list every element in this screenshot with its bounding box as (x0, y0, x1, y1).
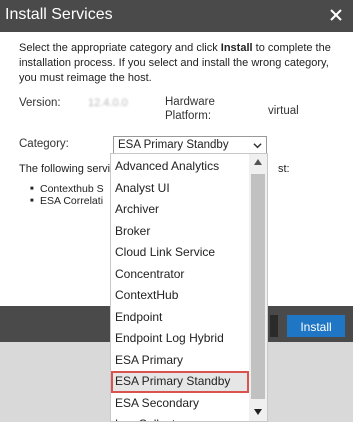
service-item: Contexthub S (30, 183, 110, 195)
scroll-down-icon[interactable] (253, 408, 263, 416)
dropdown-option[interactable]: Concentrator (111, 264, 249, 286)
dropdown-options: Advanced Analytics Analyst UI Archiver B… (111, 156, 249, 421)
services-text-tail: st: (278, 163, 290, 175)
chevron-down-icon (253, 143, 262, 149)
category-select[interactable]: ESA Primary Standby (113, 136, 267, 154)
scroll-up-icon[interactable] (253, 158, 263, 166)
instructions-part1: Select the appropriate category and clic… (19, 42, 221, 54)
dialog-title: Install Services (5, 6, 113, 23)
instructions-text: Select the appropriate category and clic… (19, 41, 344, 86)
install-button[interactable]: Install (287, 315, 345, 337)
dropdown-option[interactable]: Endpoint (111, 307, 249, 329)
dropdown-option[interactable]: ESA Primary (111, 350, 249, 372)
dropdown-option[interactable]: Archiver (111, 199, 249, 221)
dropdown-option[interactable]: Log Collector (111, 414, 249, 421)
version-value: 12.4.0.0 (88, 97, 128, 109)
services-text: The following servi (19, 163, 111, 175)
instructions-bold: Install (220, 42, 253, 54)
hardware-label-line1: Hardware (165, 96, 215, 108)
dropdown-option[interactable]: Cloud Link Service (111, 242, 249, 264)
dropdown-option[interactable]: Broker (111, 221, 249, 243)
service-item: ESA Correlati (30, 195, 110, 207)
hardware-label-line2: Platform: (165, 110, 212, 122)
category-select-value: ESA Primary Standby (118, 139, 229, 151)
dropdown-option[interactable]: ContextHub (111, 285, 249, 307)
dropdown-option[interactable]: Analyst UI (111, 178, 249, 200)
category-dropdown-list: Advanced Analytics Analyst UI Archiver B… (110, 153, 268, 422)
hardware-platform-label: Hardware Platform: (165, 95, 215, 123)
hardware-platform-value: virtual (268, 105, 299, 117)
dropdown-option[interactable]: ESA Secondary (111, 393, 249, 415)
close-icon[interactable] (329, 8, 343, 22)
dropdown-scrollbar[interactable] (249, 154, 267, 421)
version-label: Version: (19, 97, 61, 109)
scrollbar-thumb[interactable] (251, 174, 265, 399)
category-label: Category: (19, 138, 69, 150)
dialog-titlebar: Install Services (0, 0, 353, 32)
cancel-button[interactable] (270, 315, 278, 337)
dropdown-option[interactable]: Advanced Analytics (111, 156, 249, 178)
services-list: Contexthub S ESA Correlati (30, 183, 110, 207)
dropdown-option-selected[interactable]: ESA Primary Standby (111, 371, 249, 393)
dropdown-option[interactable]: Endpoint Log Hybrid (111, 328, 249, 350)
